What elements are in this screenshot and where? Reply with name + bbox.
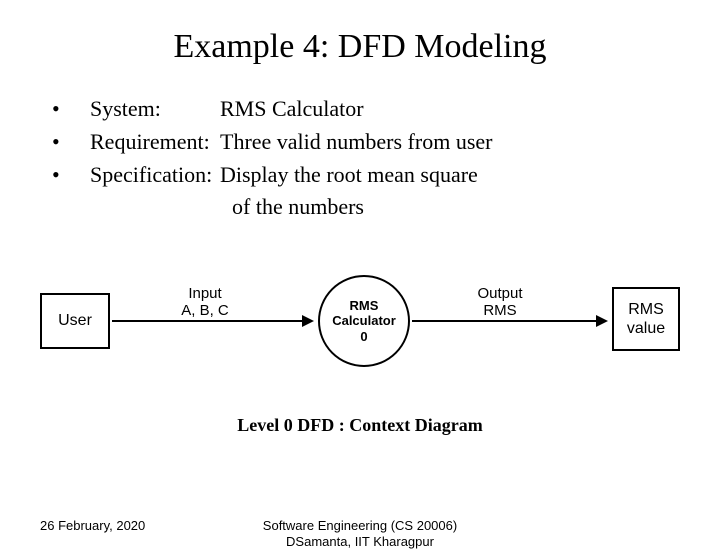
dfd-diagram: User Input A, B, C RMS Calculator 0 Outp… [40,263,680,393]
bullet-list: •System:RMS Calculator •Requirement:Thre… [52,94,680,223]
flow-label-input: Input A, B, C [160,285,250,320]
bullet-spec-cont: of the numbers [232,192,680,223]
arrow-head-icon [302,315,314,327]
bullet-dot: • [52,94,90,125]
diagram-caption: Level 0 DFD : Context Diagram [40,415,680,436]
flow-label-output: Output RMS [460,285,540,320]
bullet-specification: •Specification:Display the root mean squ… [52,160,680,191]
bullet-value: RMS Calculator [220,96,364,121]
bullet-requirement: •Requirement:Three valid numbers from us… [52,127,680,158]
footer-course-name: Software Engineering (CS 20006) [263,518,457,533]
process-text: RMS [350,298,379,313]
slide-title: Example 4: DFD Modeling [40,28,680,66]
external-entity-rms-value: RMS value [612,287,680,351]
bullet-dot: • [52,127,90,158]
sink-text: RMS [628,301,664,318]
flow-text: A, B, C [181,302,229,319]
process-text: Calculator [332,313,396,328]
arrow-output [412,320,598,322]
process-rms-calculator: RMS Calculator 0 [318,275,410,367]
flow-text: Output [477,285,522,302]
sink-text: value [627,320,665,337]
arrow-head-icon [596,315,608,327]
bullet-system: •System:RMS Calculator [52,94,680,125]
bullet-value: Three valid numbers from user [220,129,492,154]
footer-author: DSamanta, IIT Kharagpur [286,534,434,549]
flow-text: RMS [483,302,516,319]
bullet-label: Specification: [90,160,220,191]
process-text: 0 [360,329,367,344]
bullet-value: Display the root mean square [220,162,478,187]
arrow-input [112,320,304,322]
flow-text: Input [188,285,221,302]
footer-course: Software Engineering (CS 20006) DSamanta… [0,518,720,551]
external-entity-user: User [40,293,110,349]
bullet-label: Requirement: [90,127,220,158]
bullet-label: System: [90,94,220,125]
bullet-dot: • [52,160,90,191]
